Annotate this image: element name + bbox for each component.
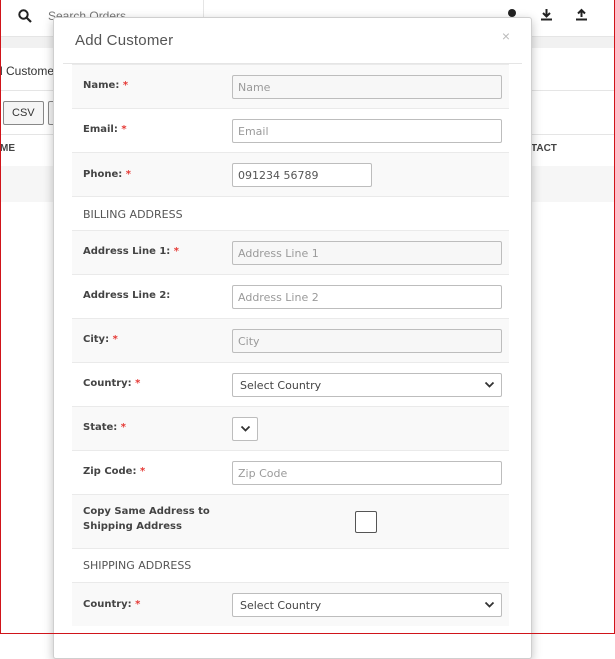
window-frame bbox=[0, 0, 615, 634]
